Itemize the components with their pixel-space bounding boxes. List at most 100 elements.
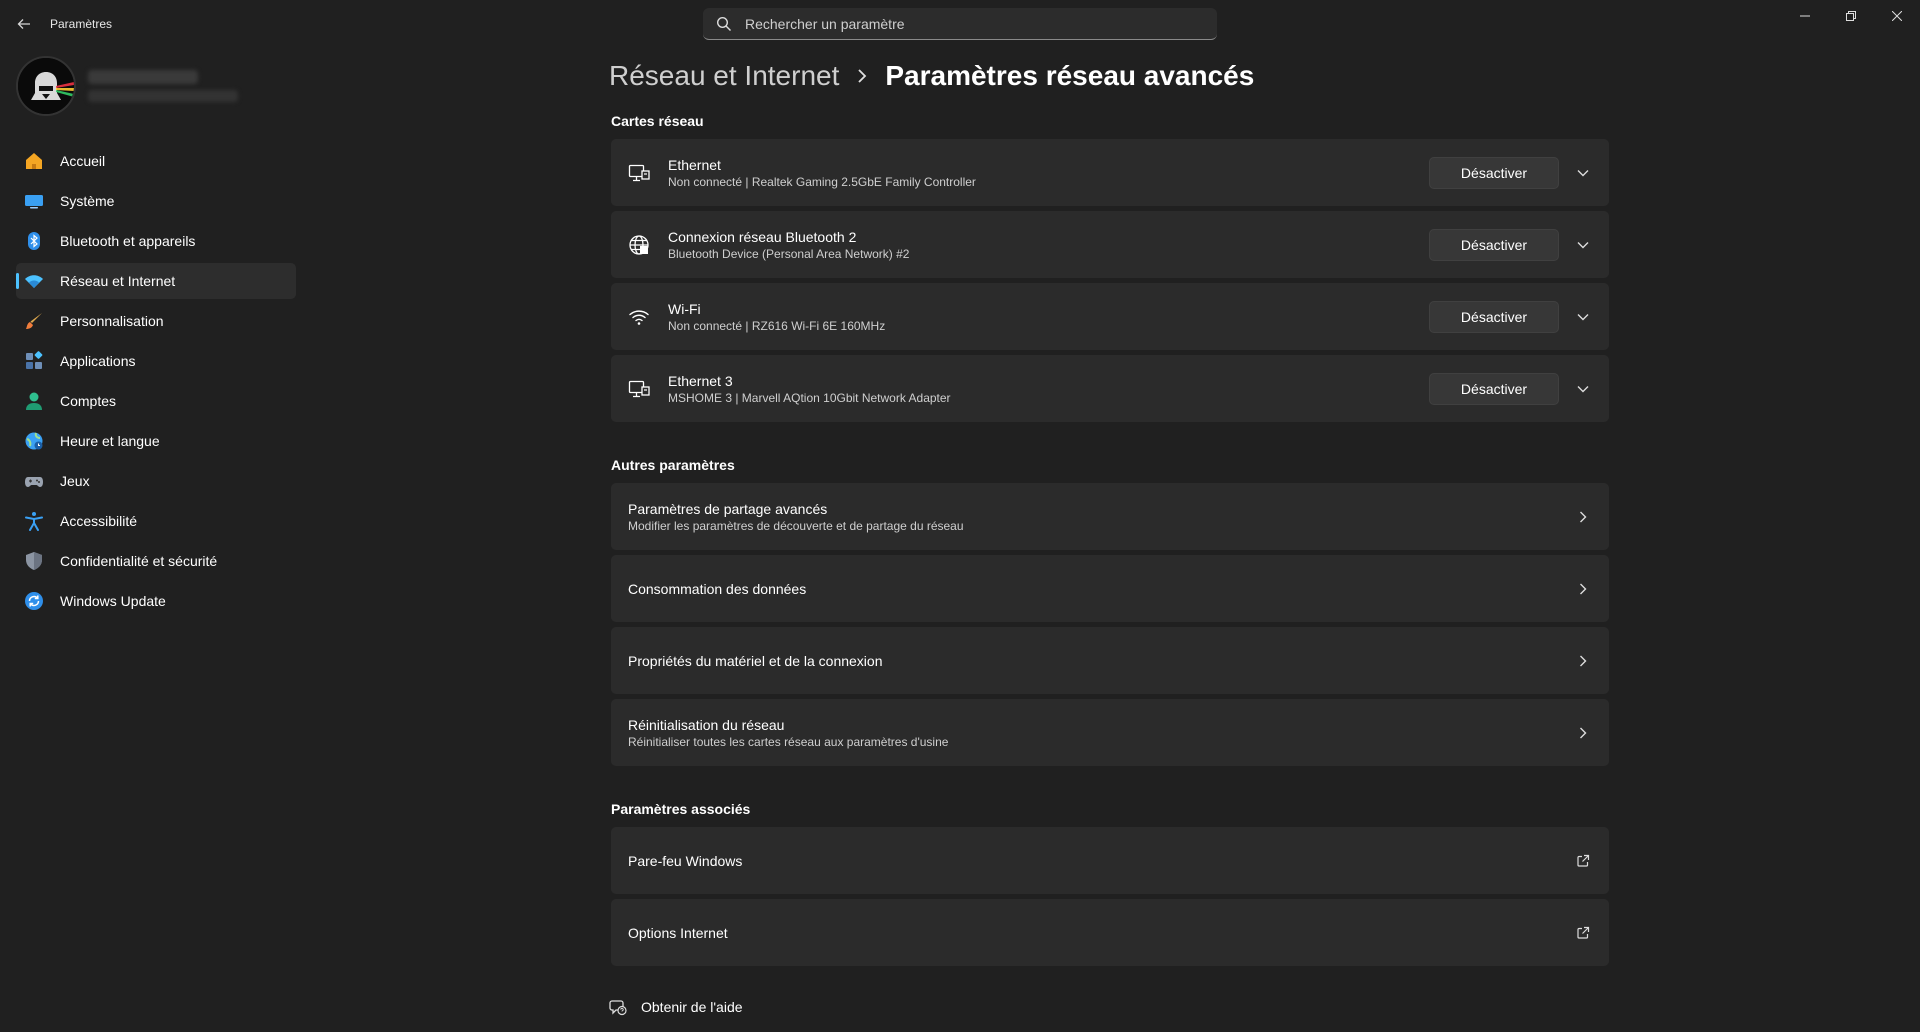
sidebar-item-label: Confidentialité et sécurité xyxy=(60,553,218,569)
external-link-icon xyxy=(1571,921,1595,945)
help-chat-icon xyxy=(609,1000,627,1016)
chevron-right-icon xyxy=(1571,721,1595,745)
wifi-icon xyxy=(24,271,44,291)
network-reset-link[interactable]: Réinitialisation du réseau Réinitialiser… xyxy=(611,699,1609,766)
avatar-image-icon xyxy=(18,58,74,114)
breadcrumb-chevron-icon xyxy=(857,69,867,83)
app-title: Paramètres xyxy=(50,17,113,31)
adapter-detail: Bluetooth Device (Personal Area Network)… xyxy=(668,246,910,261)
chevron-down-icon[interactable] xyxy=(1571,161,1595,185)
sidebar-item-label: Windows Update xyxy=(60,593,166,609)
user-profile[interactable] xyxy=(16,56,296,120)
gamepad-icon xyxy=(24,471,44,491)
account-icon xyxy=(24,391,44,411)
sidebar-item-jeux[interactable]: Jeux xyxy=(16,463,296,499)
adapter-card-ethernet[interactable]: Ethernet Non connecté | Realtek Gaming 2… xyxy=(611,139,1609,206)
sidebar-item-accueil[interactable]: Accueil xyxy=(16,143,296,179)
sidebar-item-bluetooth[interactable]: Bluetooth et appareils xyxy=(16,223,296,259)
card-title: Réinitialisation du réseau xyxy=(628,716,785,733)
profile-email-blurred xyxy=(88,90,238,102)
back-arrow-icon xyxy=(17,19,30,29)
sidebar-item-systeme[interactable]: Système xyxy=(16,183,296,219)
card-title: Paramètres de partage avancés xyxy=(628,500,828,517)
bluetooth-icon xyxy=(24,231,44,251)
disable-button[interactable]: Désactiver xyxy=(1429,372,1559,405)
sidebar-nav: Accueil Système Bluetooth et appareils R… xyxy=(16,143,296,623)
restore-button[interactable] xyxy=(1828,0,1874,32)
adapter-card-ethernet-3[interactable]: Ethernet 3 MSHOME 3 | Marvell AQtion 10G… xyxy=(611,355,1609,422)
external-link-icon xyxy=(1571,849,1595,873)
sidebar-item-applications[interactable]: Applications xyxy=(16,343,296,379)
restore-icon xyxy=(1846,11,1856,21)
sidebar-item-comptes[interactable]: Comptes xyxy=(16,383,296,419)
chevron-right-icon xyxy=(1571,577,1595,601)
ethernet-icon xyxy=(628,162,650,184)
sidebar-item-label: Personnalisation xyxy=(60,313,164,329)
sidebar-item-accessibilite[interactable]: Accessibilité xyxy=(16,503,296,539)
wifi-icon xyxy=(628,306,650,328)
breadcrumb-parent-link[interactable]: Réseau et Internet xyxy=(609,60,839,92)
chevron-down-icon[interactable] xyxy=(1571,305,1595,329)
sidebar-item-windows-update[interactable]: Windows Update xyxy=(16,583,296,619)
search-input[interactable]: Rechercher un paramètre xyxy=(745,16,905,32)
adapter-card-wifi[interactable]: Wi-Fi Non connecté | RZ616 Wi-Fi 6E 160M… xyxy=(611,283,1609,350)
chevron-right-icon xyxy=(1571,505,1595,529)
minimize-icon xyxy=(1800,15,1810,17)
globe-network-icon xyxy=(628,234,650,256)
internet-options-link[interactable]: Options Internet xyxy=(611,899,1609,966)
section-title-adapters: Cartes réseau xyxy=(611,113,704,129)
sidebar-item-label: Bluetooth et appareils xyxy=(60,233,196,249)
close-icon xyxy=(1892,11,1902,21)
search-box[interactable]: Rechercher un paramètre xyxy=(703,8,1217,40)
disable-button[interactable]: Désactiver xyxy=(1429,156,1559,189)
back-button[interactable] xyxy=(12,12,36,36)
hardware-connection-properties-link[interactable]: Propriétés du matériel et de la connexio… xyxy=(611,627,1609,694)
data-usage-link[interactable]: Consommation des données xyxy=(611,555,1609,622)
sidebar-item-personnalisation[interactable]: Personnalisation xyxy=(16,303,296,339)
card-title: Propriétés du matériel et de la connexio… xyxy=(628,652,883,669)
sidebar-item-label: Accueil xyxy=(60,153,106,169)
ethernet-icon xyxy=(628,378,650,400)
chevron-down-icon[interactable] xyxy=(1571,377,1595,401)
home-icon xyxy=(24,151,44,171)
profile-name-blurred xyxy=(88,70,198,84)
shield-icon xyxy=(24,551,44,571)
section-title-related: Paramètres associés xyxy=(611,801,751,817)
card-subtitle: Modifier les paramètres de découverte et… xyxy=(628,518,964,533)
globe-clock-icon xyxy=(24,431,44,451)
adapter-detail: Non connecté | Realtek Gaming 2.5GbE Fam… xyxy=(668,174,976,189)
card-title: Consommation des données xyxy=(628,580,807,597)
sidebar-item-label: Réseau et Internet xyxy=(60,273,176,289)
disable-button[interactable]: Désactiver xyxy=(1429,300,1559,333)
title-bar: Paramètres Rechercher un paramètre xyxy=(0,0,1920,48)
page-title: Paramètres réseau avancés xyxy=(885,60,1255,91)
disable-button[interactable]: Désactiver xyxy=(1429,228,1559,261)
get-help-link[interactable]: Obtenir de l'aide xyxy=(609,998,743,1016)
sidebar-item-confidentialite[interactable]: Confidentialité et sécurité xyxy=(16,543,296,579)
advanced-sharing-settings-link[interactable]: Paramètres de partage avancés Modifier l… xyxy=(611,483,1609,550)
search-icon xyxy=(716,16,731,31)
sidebar-item-label: Jeux xyxy=(60,473,90,489)
sidebar-item-label: Comptes xyxy=(60,393,117,409)
sidebar-item-label: Heure et langue xyxy=(60,433,160,449)
system-icon xyxy=(24,191,44,211)
accessibility-icon xyxy=(24,511,44,531)
sidebar-item-label: Applications xyxy=(60,353,136,369)
sidebar-item-reseau[interactable]: Réseau et Internet xyxy=(16,263,296,299)
sidebar-item-heure-langue[interactable]: Heure et langue xyxy=(16,423,296,459)
windows-firewall-link[interactable]: Pare-feu Windows xyxy=(611,827,1609,894)
sidebar-item-label: Accessibilité xyxy=(60,513,138,529)
adapter-name: Ethernet 3 xyxy=(668,372,733,389)
adapter-card-bluetooth[interactable]: Connexion réseau Bluetooth 2 Bluetooth D… xyxy=(611,211,1609,278)
adapter-detail: Non connecté | RZ616 Wi-Fi 6E 160MHz xyxy=(668,318,886,333)
adapter-detail: MSHOME 3 | Marvell AQtion 10Gbit Network… xyxy=(668,390,951,405)
avatar xyxy=(16,56,76,116)
sidebar-item-label: Système xyxy=(60,193,115,209)
chevron-down-icon[interactable] xyxy=(1571,233,1595,257)
card-title: Options Internet xyxy=(628,924,728,941)
apps-icon xyxy=(24,351,44,371)
brush-icon xyxy=(24,311,44,331)
minimize-button[interactable] xyxy=(1782,0,1828,32)
update-icon xyxy=(24,591,44,611)
close-button[interactable] xyxy=(1874,0,1920,32)
